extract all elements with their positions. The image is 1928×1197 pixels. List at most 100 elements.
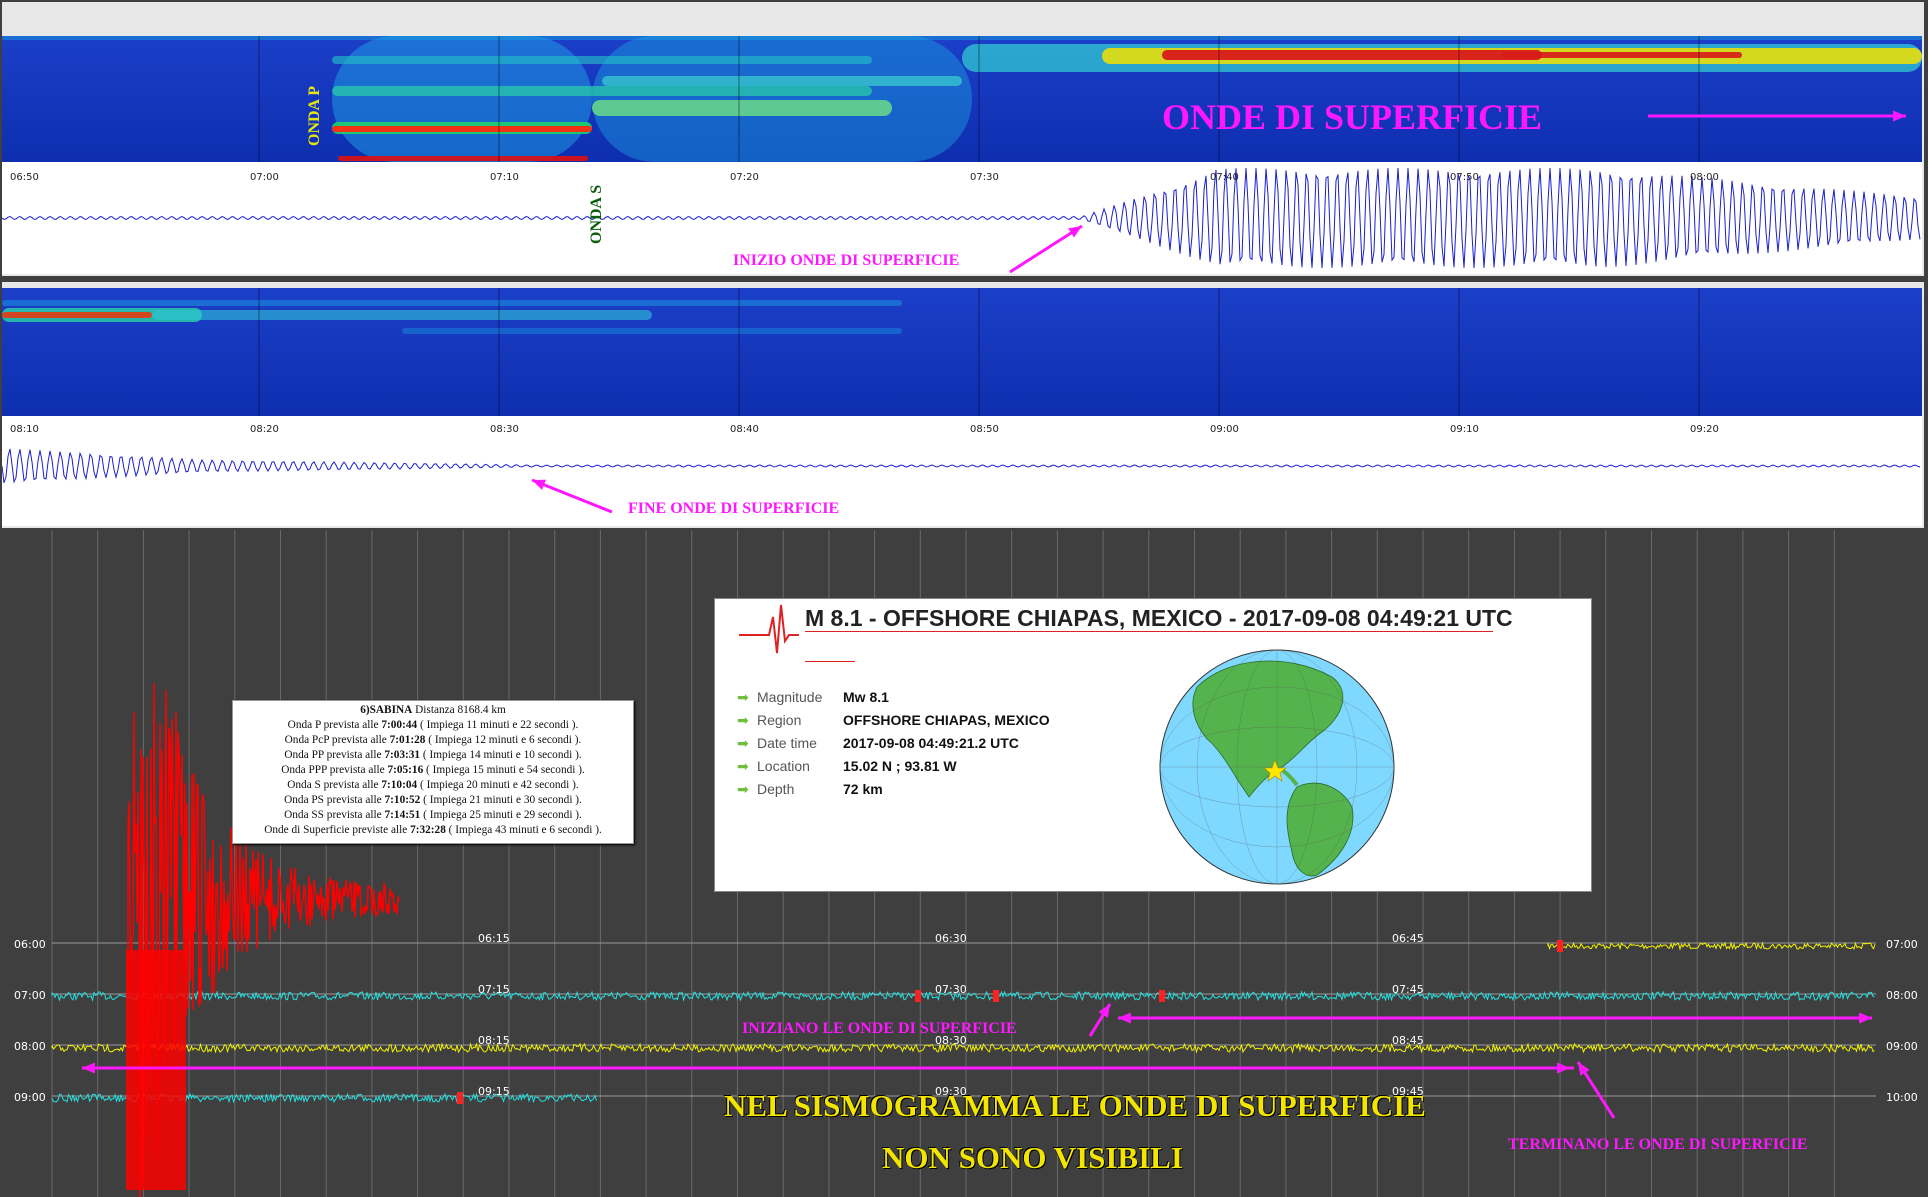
helicorder-time-label: 08:15 [478,1034,510,1047]
green-arrow-icon: ➡ [737,758,749,774]
time-tick-label: 07:00 [250,172,279,183]
spectrogram-band [602,76,962,86]
waveform-line [1,167,1921,269]
earthquake-card: M 8.1 - OFFSHORE CHIAPAS, MEXICO - 2017-… [714,598,1592,892]
helicorder-time-label: 06:45 [1392,932,1424,945]
earthquake-title: M 8.1 - OFFSHORE CHIAPAS, MEXICO - 2017-… [805,605,1513,631]
middle-spectrogram [2,288,1922,416]
time-tick-label: 08:40 [730,424,759,435]
onda-s-label: ONDA S [588,184,605,244]
arrival-line: Onda PcP prevista alle 7:01:28 ( Impiega… [284,734,582,746]
iniziano-onde-label: INIZIANO LE ONDE DI SUPERFICIE [742,1020,1017,1037]
waveform-line [1,448,1921,484]
detail-key: Date time [757,735,817,751]
arrival-lines: Onda P prevista alle 7:00:44 ( Impiega 1… [233,718,633,838]
spectrogram-band [1502,52,1742,58]
station-name: 6)SABINA [360,704,413,716]
helicorder-time-label: 09:00 [1886,1040,1918,1053]
title-underline [805,631,1493,632]
helicorder-time-label: 09:00 [14,1091,46,1104]
fine-onde-label: FINE ONDE DI SUPERFICIE [628,500,840,517]
middle-waveform [1,416,1922,526]
helicorder-time-label: 06:30 [935,932,967,945]
spectrogram-band [592,100,892,116]
detail-key: Magnitude [757,689,823,705]
helicorder-time-label: 08:45 [1392,1034,1424,1047]
time-tick-label: 07:50 [1450,172,1479,183]
time-tick-label: 06:50 [10,172,39,183]
detail-value: 2017-09-08 04:49:21.2 UTC [843,735,1019,751]
helicorder-time-label: 07:30 [935,983,967,996]
spectrogram-band [152,310,652,320]
time-tick-label: 08:00 [1690,172,1719,183]
time-tick-label: 08:50 [970,424,999,435]
detail-value: Mw 8.1 [843,689,889,705]
terminano-onde-label: TERMINANO LE ONDE DI SUPERFICIE [1508,1136,1808,1153]
arrival-line: Onda PPP prevista alle 7:05:16 ( Impiega… [281,764,585,776]
arrival-line: Onda PS prevista alle 7:10:52 ( Impiega … [284,794,582,806]
helicorder-time-label: 07:00 [14,989,46,1002]
caption-line-1: NEL SISMOGRAMMA LE ONDE DI SUPERFICIE [724,1088,1426,1123]
arrival-line: Onde di Superficie previste alle 7:32:28… [264,824,602,836]
green-arrow-icon: ➡ [737,689,749,705]
spectrogram-band [332,86,872,96]
time-tick-label: 07:40 [1210,172,1239,183]
green-arrow-icon: ➡ [737,735,749,751]
spectrogram-band [332,126,592,132]
time-tick-label: 08:10 [10,424,39,435]
station-line: 6)SABINA Distanza 8168.4 km [233,703,633,718]
helicorder-time-label: 07:45 [1392,983,1424,996]
spectrogram-band [332,56,872,64]
detail-key: Depth [757,781,795,797]
time-tick-label: 09:00 [1210,424,1239,435]
title-underline-2 [805,661,855,662]
arrival-times-box: 6)SABINA Distanza 8168.4 km Onda P previ… [232,700,634,844]
time-tick-label: 09:20 [1690,424,1719,435]
middle-spectrogram-image [2,288,1700,416]
green-arrow-icon: ➡ [737,712,749,728]
spectrogram-band [332,36,592,162]
top-waveform [1,162,1922,274]
detail-row: ➡ Date time 2017-09-08 04:49:21.2 UTC [737,735,1019,752]
helicorder-time-label: 06:00 [14,938,46,951]
detail-row: ➡ Magnitude Mw 8.1 [737,689,889,706]
spectrogram-band [2,36,1922,40]
earthquake-signal-block [126,950,186,1190]
helicorder-time-label: 06:15 [478,932,510,945]
spectrogram-band [2,300,902,306]
arrival-line: Onda P prevista alle 7:00:44 ( Impiega 1… [287,719,579,731]
arrival-line: Onda S prevista alle 7:10:04 ( Impiega 2… [287,779,579,791]
detail-row: ➡ Region OFFSHORE CHIAPAS, MEXICO [737,712,1050,729]
helicorder-time-label: 09:15 [478,1085,510,1098]
helicorder-time-label: 10:00 [1886,1091,1918,1104]
onde-di-superficie-title: ONDE DI SUPERFICIE [1162,97,1543,137]
spectrogram-band [338,156,588,161]
station-distance: Distanza 8168.4 km [415,704,506,716]
detail-key: Region [757,712,802,728]
time-tick-label: 09:10 [1450,424,1479,435]
helicorder-trace [1547,941,1876,951]
time-tick-label: 08:20 [250,424,279,435]
detail-key: Location [757,758,810,774]
time-tick-label: 07:20 [730,172,759,183]
top-spectrogram [2,36,1922,162]
phase-marker [457,1092,463,1104]
top-waveform-trace [1,167,1921,269]
globe-map [1159,649,1395,885]
seismograph-icon [739,604,799,654]
phase-marker [1159,990,1165,1002]
caption-line-2: NON SONO VISIBILI [882,1140,1183,1175]
spectrogram-band [2,312,152,318]
spectrogram-band [592,36,972,162]
detail-value: 15.02 N ; 93.81 W [843,758,957,774]
arrival-line: Onda PP prevista alle 7:03:31 ( Impiega … [284,749,582,761]
onda-p-label: ONDA P [306,86,323,146]
spectrogram-band [402,328,902,334]
detail-row: ➡ Depth 72 km [737,781,883,798]
phase-marker [1557,940,1563,952]
detail-value: OFFSHORE CHIAPAS, MEXICO [843,712,1050,728]
phase-marker [915,990,921,1002]
middle-waveform-trace [1,448,1921,484]
time-tick-label: 08:30 [490,424,519,435]
arrival-line: Onda SS prevista alle 7:14:51 ( Impiega … [284,809,582,821]
